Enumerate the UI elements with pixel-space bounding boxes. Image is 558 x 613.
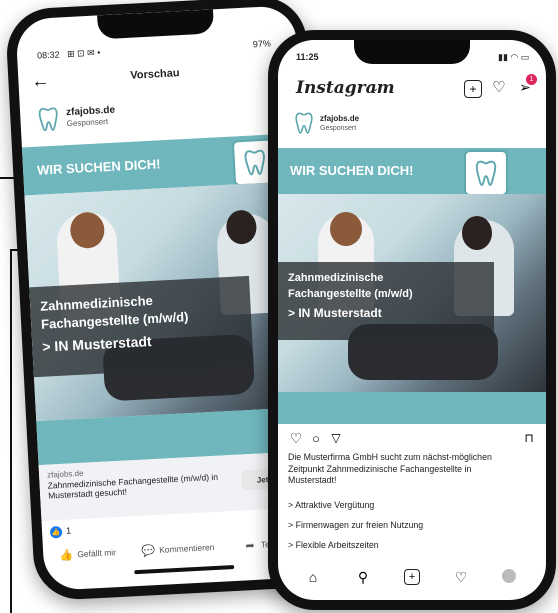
phone-notch (97, 9, 215, 40)
like-icon[interactable]: 👍 (59, 547, 74, 562)
page-name[interactable]: zfajobs.de (66, 105, 115, 119)
ad-banner-text: WIR SUCHEN DICH! (290, 163, 414, 178)
overlay-line-2: Fachangestellte (m/w/d) (288, 288, 413, 300)
sponsored-label: Gesponsert (320, 125, 357, 132)
page-name[interactable]: zfajobs.de (320, 114, 359, 123)
sponsored-label: Gesponsert (66, 117, 109, 129)
status-icons-left: ⊞ ⊡ ✉ • (66, 47, 101, 60)
tooth-logo-icon (292, 110, 316, 136)
instagram-phone: 11:25 ▮▮ ◠ ▭ Instagram ⌄ + ♡ ➢ 1 zfajobs… (268, 30, 556, 610)
activity-heart-icon[interactable]: ♡ (452, 568, 470, 586)
post-caption: Die Musterfirma GmbH sucht zum nächst-mö… (288, 452, 492, 485)
notification-badge: 1 (526, 74, 537, 85)
ad-bottom-band (278, 392, 546, 424)
tooth-logo-icon (34, 103, 64, 134)
like-icon[interactable]: ♡ (288, 430, 304, 446)
back-arrow-icon[interactable]: ← (30, 70, 51, 91)
annotation-line-left-vertical (10, 249, 12, 613)
comment-icon[interactable]: 💬 (141, 543, 156, 558)
search-icon[interactable]: ⚲ (354, 568, 372, 586)
share-icon[interactable]: ▽ (328, 430, 344, 446)
profile-avatar[interactable] (502, 569, 516, 583)
home-indicator (134, 565, 235, 575)
status-time: 08:32 (36, 49, 60, 61)
comment-label[interactable]: Kommentieren (159, 542, 215, 555)
instagram-screen: 11:25 ▮▮ ◠ ▭ Instagram ⌄ + ♡ ➢ 1 zfajobs… (278, 40, 546, 600)
overlay-line-3: > IN Musterstadt (288, 306, 382, 320)
overlay-line-1: Zahnmedizinische (288, 272, 384, 284)
reactions-count: 1 (65, 525, 72, 536)
create-icon[interactable]: + (404, 569, 420, 585)
home-icon[interactable]: ⌂ (304, 568, 322, 586)
status-battery: 97% (252, 38, 272, 50)
dentist-hair (330, 212, 362, 246)
like-label[interactable]: Gefällt mir (77, 547, 116, 559)
status-time: 11:25 (296, 52, 319, 62)
chevron-down-icon[interactable]: ⌄ (370, 82, 380, 94)
bullet-3: > Flexible Arbeitszeiten (288, 540, 379, 550)
comment-icon[interactable]: ○ (308, 430, 324, 446)
like-reaction-icon: 👍 (49, 525, 63, 539)
bullet-2: > Firmenwagen zur freien Nutzung (288, 520, 424, 530)
ad-tooth-logo (464, 150, 508, 196)
add-post-icon[interactable]: + (464, 80, 482, 98)
bullet-1: > Attraktive Vergütung (288, 500, 375, 510)
phone-notch (354, 40, 470, 64)
nav-title: Vorschau (130, 67, 180, 82)
bookmark-icon[interactable]: ⊓ (522, 430, 536, 446)
dentist-head-right (462, 216, 492, 250)
share-icon[interactable]: ➦ (243, 538, 258, 553)
heart-icon[interactable]: ♡ (490, 78, 508, 96)
status-signal-icons: ▮▮ ◠ ▭ (498, 52, 530, 62)
